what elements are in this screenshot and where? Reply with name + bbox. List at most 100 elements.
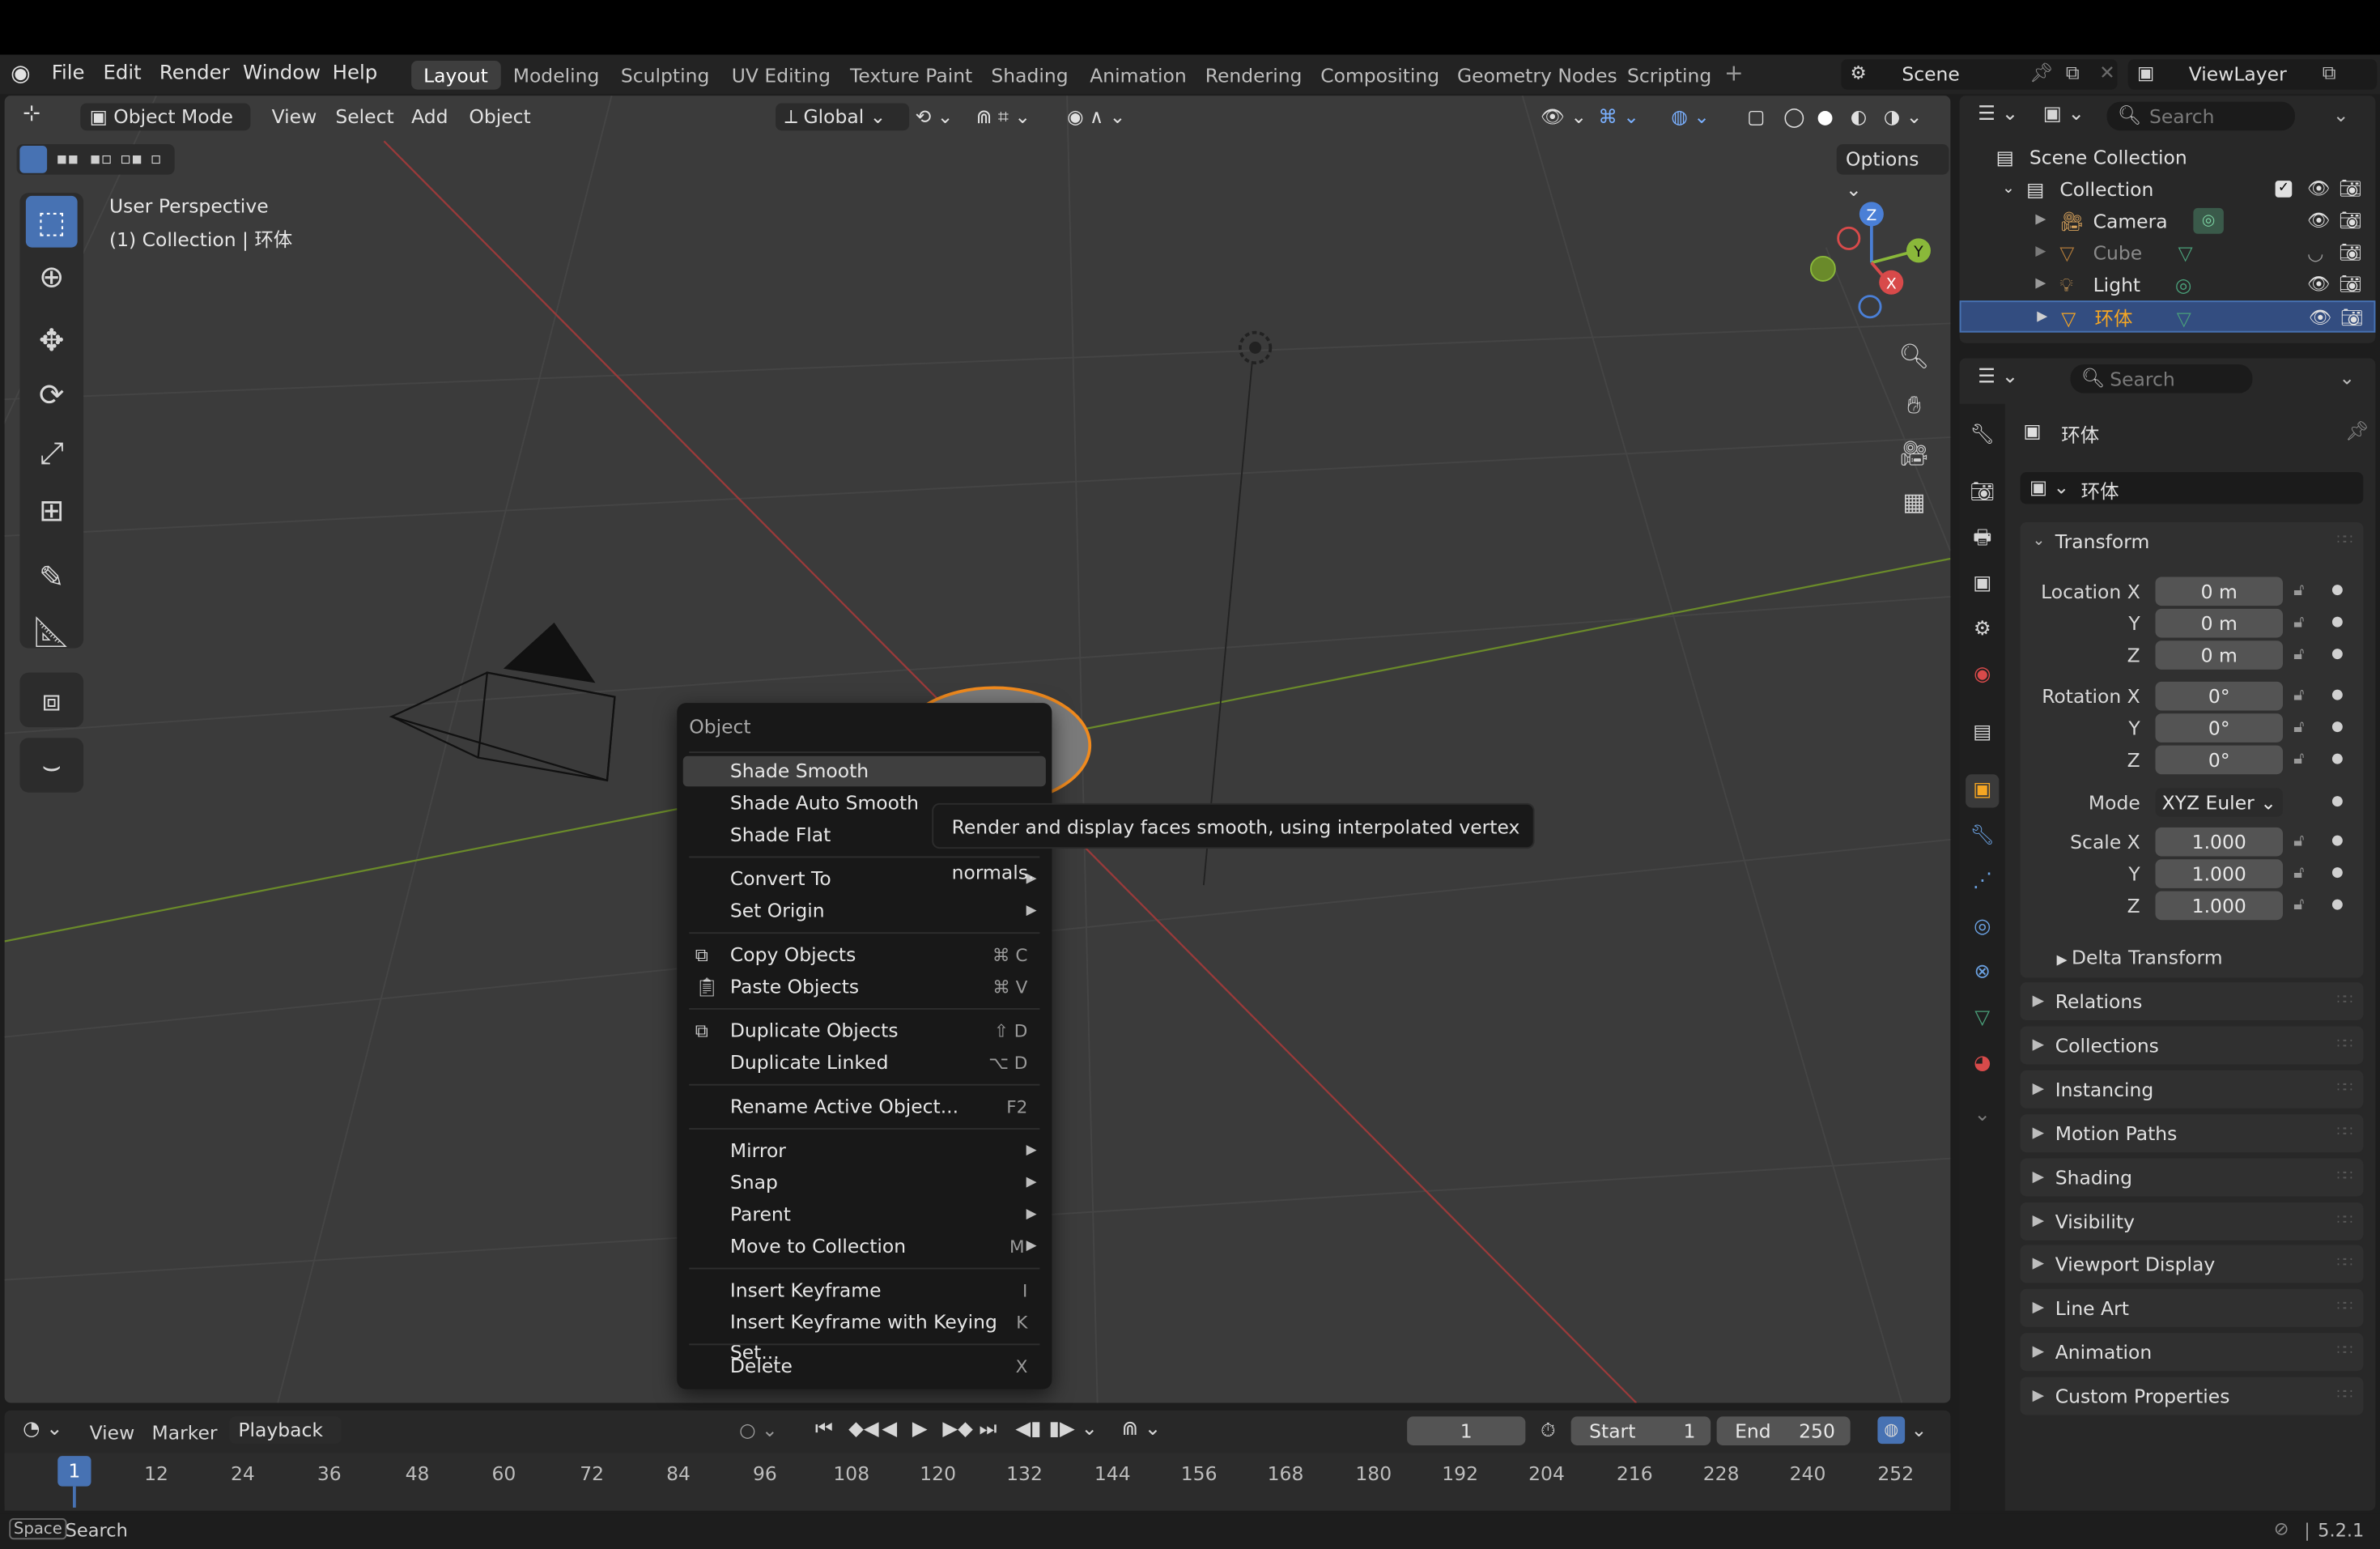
- outliner-editor-icon[interactable]: ☰ ⌄: [1978, 104, 2018, 126]
- cursor-icon[interactable]: ⊕: [26, 250, 78, 302]
- next-key-icon[interactable]: ▮▶ ⌄: [1049, 1418, 1098, 1440]
- camera-view-icon[interactable]: 🎥︎: [1893, 432, 1936, 475]
- constraints-tab-icon[interactable]: ⊗: [1966, 956, 1999, 989]
- scale-y-field[interactable]: 1.000: [2155, 859, 2283, 888]
- menu-item-insert-keyframe[interactable]: Insert Keyframe I: [683, 1275, 1046, 1306]
- render-camera-icon[interactable]: 📷︎: [2340, 302, 2364, 334]
- lock-icon[interactable]: 🔓︎: [2293, 831, 2304, 852]
- object-name-field[interactable]: ▣ ⌄ 环体: [2020, 472, 2364, 504]
- options-dropdown[interactable]: Options ⌄: [1836, 144, 1949, 201]
- menu-item-move-to-collection[interactable]: Move to Collection M ▶: [683, 1232, 1046, 1262]
- rendered-shading-icon[interactable]: ◑ ⌄: [1884, 104, 1923, 127]
- chevron-down-icon[interactable]: ⌄: [1966, 1100, 1999, 1133]
- next-keyframe-icon[interactable]: ▶◆: [942, 1418, 973, 1440]
- timeline-track[interactable]: [4, 1453, 1951, 1511]
- overlay-toggle-icon[interactable]: ◍: [1877, 1416, 1906, 1445]
- outliner-search[interactable]: 🔍︎ Search: [2106, 101, 2295, 131]
- location-z-field[interactable]: 0 m: [2155, 640, 2283, 670]
- mesh-data-icon[interactable]: ▽: [2178, 237, 2193, 269]
- menu-help[interactable]: Help: [333, 62, 378, 85]
- render-camera-icon[interactable]: 📷︎: [2339, 237, 2362, 269]
- view-layer-tab-icon[interactable]: ▣: [1966, 568, 1999, 601]
- proportional-edit-icon[interactable]: ◉ ∧ ⌄: [1067, 104, 1125, 127]
- zoom-icon[interactable]: 🔍︎: [1893, 335, 1936, 378]
- orientation-dropdown[interactable]: ⟂ Global ⌄: [776, 103, 910, 131]
- checkbox-icon[interactable]: ✓: [2275, 181, 2293, 198]
- tab-rendering[interactable]: Rendering: [1193, 61, 1315, 90]
- outliner-row-cube[interactable]: ▶ ▽ Cube ▽ ◡ 📷︎: [1960, 237, 2376, 269]
- scene-collection-row[interactable]: ▤ Scene Collection: [1960, 141, 2376, 172]
- rotation-x-field[interactable]: 0°: [2155, 681, 2283, 711]
- drag-handle-icon[interactable]: ∷∷: [2337, 1027, 2353, 1065]
- select-invert-icon[interactable]: ▫▪: [120, 149, 142, 168]
- move-icon[interactable]: ✥: [26, 314, 78, 366]
- select-new-icon[interactable]: [19, 146, 48, 173]
- tab-geometry-nodes[interactable]: Geometry Nodes: [1445, 61, 1630, 90]
- tab-sculpting[interactable]: Sculpting: [609, 61, 721, 90]
- chevron-right-icon[interactable]: ▶: [2037, 302, 2047, 334]
- menu-file[interactable]: File: [52, 62, 85, 85]
- lock-icon[interactable]: 🔓︎: [2293, 612, 2304, 633]
- timeline-menu-marker[interactable]: Marker: [152, 1421, 218, 1444]
- render-camera-icon[interactable]: 📷︎: [2339, 205, 2362, 236]
- pin-icon[interactable]: 📌︎: [2345, 419, 2369, 444]
- scale-icon[interactable]: ⤢: [26, 427, 78, 479]
- outliner-row-camera[interactable]: ▶ 🎥︎ Camera ◎ 👁︎ 📷︎: [1960, 205, 2376, 236]
- display-mode-icon[interactable]: ▣ ⌄: [2043, 104, 2085, 126]
- lock-icon[interactable]: 🔓︎: [2293, 748, 2304, 769]
- drag-handle-icon[interactable]: ∷∷: [2337, 1159, 2353, 1197]
- lock-icon[interactable]: 🔓︎: [2293, 644, 2304, 665]
- transform-icon[interactable]: ⊞: [26, 484, 78, 536]
- jump-end-icon[interactable]: ⏭: [979, 1418, 997, 1440]
- outliner-row-torus[interactable]: ▶ ▽ 环体 ▽ 👁︎ 📷︎: [1959, 300, 2376, 334]
- scene-selector[interactable]: ⚙ Scene 📌︎ ⧉ ✕: [1841, 59, 2118, 90]
- keyframe-dot-icon[interactable]: ●: [2331, 720, 2344, 735]
- curve-tool-icon[interactable]: ⌣: [26, 739, 78, 791]
- custom-properties-panel[interactable]: ▶ Custom Properties ∷∷: [2020, 1377, 2364, 1415]
- render-camera-icon[interactable]: 📷︎: [2339, 269, 2362, 300]
- drag-handle-icon[interactable]: ∷∷: [2337, 1377, 2353, 1415]
- menu-item-mirror[interactable]: Mirror ▶: [683, 1136, 1046, 1167]
- tab-texture-paint[interactable]: Texture Paint: [838, 61, 984, 90]
- xray-icon[interactable]: ▢: [1747, 104, 1765, 127]
- menu-item-paste-objects[interactable]: 📋︎ Paste Objects ⌘ V: [683, 972, 1046, 1002]
- visibility-icon[interactable]: 👁︎ ⌄: [1541, 104, 1587, 129]
- menu-item-snap[interactable]: Snap ▶: [683, 1168, 1046, 1198]
- pan-hand-icon[interactable]: ✋︎: [1893, 384, 1936, 427]
- scale-z-field[interactable]: 1.000: [2155, 891, 2283, 921]
- lock-icon[interactable]: 🔓︎: [2293, 685, 2304, 706]
- scene-tab-icon[interactable]: ⚙: [1966, 614, 1999, 647]
- keyframe-dot-icon[interactable]: ●: [2331, 866, 2344, 881]
- chevron-down-icon[interactable]: ⌄: [2002, 173, 2015, 205]
- animation-panel[interactable]: ▶ Animation ∷∷: [2020, 1333, 2364, 1372]
- annotate-icon[interactable]: ✎: [26, 551, 78, 603]
- motion-paths-panel[interactable]: ▶ Motion Paths ∷∷: [2020, 1114, 2364, 1153]
- lock-icon[interactable]: 🔓︎: [2293, 894, 2304, 915]
- end-frame-field[interactable]: End 250: [1716, 1416, 1851, 1445]
- menu-item-copy-objects[interactable]: ⧉ Copy Objects ⌘ C: [683, 940, 1046, 971]
- menu-item-delete[interactable]: Delete X: [683, 1351, 1046, 1382]
- chevron-down-icon[interactable]: ⌄: [1911, 1418, 1927, 1440]
- select-extend-icon[interactable]: ▪▪: [56, 149, 79, 168]
- start-frame-field[interactable]: Start 1: [1570, 1416, 1711, 1445]
- properties-editor-icon[interactable]: ☰ ⌄: [1978, 366, 2018, 389]
- rotate-icon[interactable]: ⟳: [26, 369, 78, 421]
- menu-item-duplicate-objects[interactable]: ⧉ Duplicate Objects ⇧ D: [683, 1015, 1046, 1046]
- eye-icon[interactable]: 👁︎: [2307, 173, 2331, 205]
- keyframe-dot-icon[interactable]: ●: [2331, 833, 2344, 849]
- drag-handle-icon[interactable]: ∷∷: [2337, 1245, 2353, 1283]
- line-art-panel[interactable]: ▶ Line Art ∷∷: [2020, 1288, 2364, 1327]
- editor-type-icon[interactable]: ⊹: [23, 102, 40, 126]
- eye-icon[interactable]: 👁︎: [2307, 269, 2331, 300]
- material-tab-icon[interactable]: ◕: [1966, 1048, 1999, 1081]
- mesh-data-icon[interactable]: ▽: [2177, 302, 2191, 334]
- measure-icon[interactable]: 📐︎: [26, 606, 78, 650]
- menu-edit[interactable]: Edit: [104, 62, 142, 85]
- location-x-field[interactable]: 0 m: [2155, 577, 2283, 606]
- menu-object[interactable]: Object: [469, 104, 530, 127]
- new-scene-icon[interactable]: ⧉: [2066, 61, 2080, 85]
- instancing-panel[interactable]: ▶ Instancing ∷∷: [2020, 1070, 2364, 1109]
- scale-x-field[interactable]: 1.000: [2155, 827, 2283, 857]
- location-y-field[interactable]: 0 m: [2155, 608, 2283, 638]
- pin-icon[interactable]: 📌︎: [2029, 61, 2054, 85]
